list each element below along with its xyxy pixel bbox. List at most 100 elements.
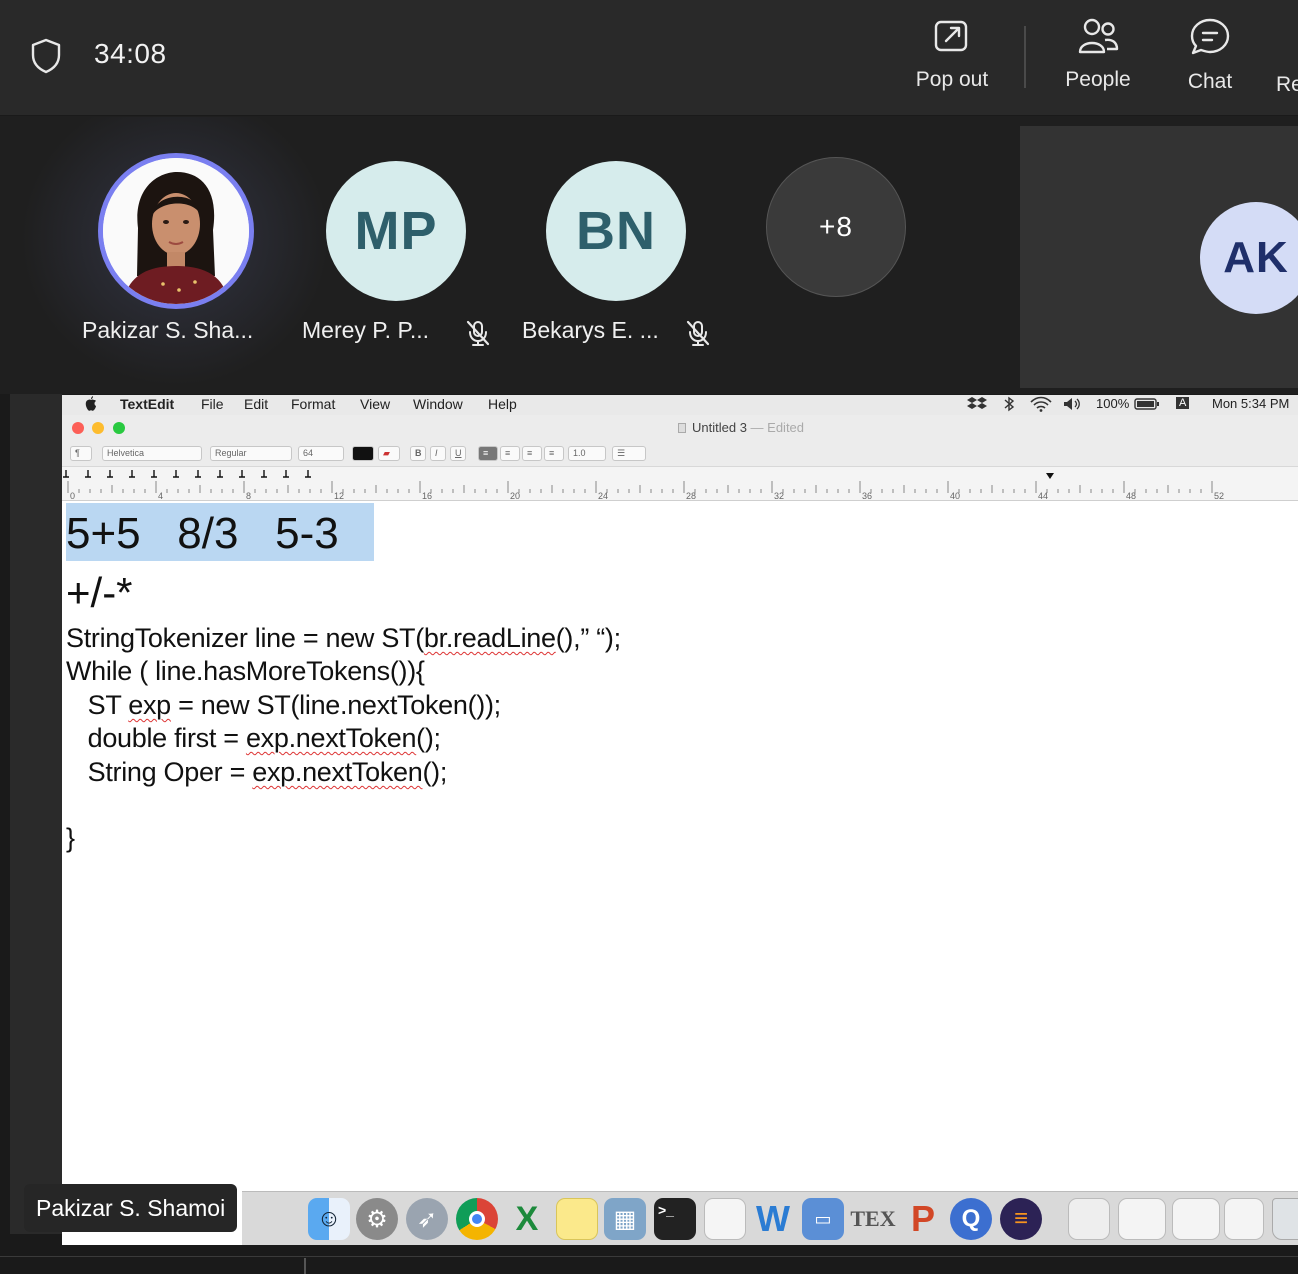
menu-view[interactable]: View (360, 396, 390, 412)
code-line[interactable]: While ( line.hasMoreTokens()){ (66, 656, 425, 687)
menu-file[interactable]: File (201, 396, 224, 412)
excel-icon[interactable]: X (506, 1198, 548, 1240)
close-window-button[interactable] (72, 422, 84, 434)
toolbar-divider (1024, 26, 1026, 88)
text-color-swatch[interactable] (352, 446, 374, 461)
pop-out-button[interactable]: Pop out (892, 16, 1012, 104)
ruler-label: 36 (862, 491, 872, 501)
screenshot-icon[interactable] (1224, 1198, 1264, 1240)
input-source-badge[interactable]: A (1176, 397, 1190, 409)
trash-icon[interactable] (1272, 1198, 1298, 1240)
notes-icon[interactable] (556, 1198, 598, 1240)
people-button[interactable]: People (1038, 16, 1158, 104)
terminal-icon[interactable]: >_ (654, 1198, 696, 1240)
align-right-button[interactable]: ≡ (522, 446, 542, 461)
font-size-dropdown[interactable]: 64 (298, 446, 344, 461)
tab-stop-marker[interactable] (63, 470, 69, 478)
ruler[interactable]: 0 4 8 12 16 20 24 28 32 36 40 44 48 52 (62, 467, 1298, 501)
tab-stop-marker[interactable] (151, 470, 157, 478)
tab-stop-marker[interactable] (239, 470, 245, 478)
document-edited-status: — Edited (750, 420, 805, 435)
zoom-window-button[interactable] (113, 422, 125, 434)
participant-tile[interactable]: Pakizar S. Sha... (76, 153, 276, 393)
list-style-dropdown[interactable]: ☰ (612, 446, 646, 461)
menubar-clock[interactable]: Mon 5:34 PM (1212, 396, 1289, 411)
mic-off-icon (466, 320, 490, 346)
font-family-dropdown[interactable]: Helvetica (102, 446, 202, 461)
code-line[interactable]: String Oper = exp.nextToken(); (66, 757, 448, 788)
tab-stop-marker[interactable] (195, 470, 201, 478)
menu-format[interactable]: Format (291, 396, 335, 412)
textedit-titlebar: Untitled 3 — Edited (62, 415, 1298, 441)
participant-avatar: AK (1200, 202, 1298, 314)
apple-icon[interactable] (84, 396, 98, 415)
more-participants-tile[interactable]: +8 (736, 149, 936, 389)
line-spacing-dropdown[interactable]: 1.0 (568, 446, 606, 461)
tab-stop-marker[interactable] (305, 470, 311, 478)
finder-icon[interactable]: ☺ (308, 1198, 350, 1240)
underline-button[interactable]: U (450, 446, 466, 461)
tab-stop-marker[interactable] (107, 470, 113, 478)
code-line[interactable]: StringTokenizer line = new ST(br.readLin… (66, 623, 621, 654)
tab-stop-marker[interactable] (129, 470, 135, 478)
shield-icon[interactable] (30, 38, 62, 74)
menu-edit[interactable]: Edit (244, 396, 268, 412)
participant-tile[interactable]: MP Merey P. P... (296, 153, 496, 393)
code-line[interactable]: double first = exp.nextToken(); (66, 723, 441, 754)
code-line[interactable]: ST exp = new ST(line.nextToken()); (66, 690, 502, 721)
screenshot-icon[interactable] (1118, 1198, 1166, 1240)
minimize-window-button[interactable] (92, 422, 104, 434)
align-justify-button[interactable]: ≡ (544, 446, 564, 461)
documents-icon[interactable] (1068, 1198, 1110, 1240)
bluetooth-icon[interactable] (1003, 396, 1015, 415)
doc-line-operators[interactable]: +/-* (66, 569, 133, 617)
tab-stop-marker[interactable] (85, 470, 91, 478)
ruler-label: 16 (422, 491, 432, 501)
people-icon (1078, 18, 1119, 54)
participant-video-tile[interactable]: AK (1020, 126, 1298, 388)
italic-button[interactable]: I (430, 446, 446, 461)
word-icon[interactable]: W (752, 1198, 794, 1240)
bold-button[interactable]: B (410, 446, 426, 461)
textedit-icon[interactable] (704, 1198, 746, 1240)
system-preferences-icon[interactable]: ⚙ (356, 1198, 398, 1240)
align-left-button[interactable]: ≡ (478, 446, 498, 461)
align-center-button[interactable]: ≡ (500, 446, 520, 461)
eclipse-icon[interactable]: ≡ (1000, 1198, 1042, 1240)
ruler-label: 52 (1214, 491, 1224, 501)
preview-icon[interactable]: ▦ (604, 1198, 646, 1240)
tab-stop-marker[interactable] (261, 470, 267, 478)
right-margin-marker[interactable] (1046, 473, 1054, 479)
keynote-icon[interactable]: ▭ (802, 1198, 844, 1240)
launchpad-icon[interactable]: ➶ (406, 1198, 448, 1240)
doc-line-expressions[interactable]: 5+5 8/3 5-3 (66, 509, 339, 559)
powerpoint-icon[interactable]: P (902, 1198, 944, 1240)
paragraph-style-dropdown[interactable]: ¶ (70, 446, 92, 461)
participant-photo-avatar (98, 153, 254, 309)
tex-icon[interactable]: TEX (850, 1198, 895, 1240)
menu-window[interactable]: Window (413, 396, 463, 412)
code-line[interactable]: } (66, 823, 75, 854)
highlight-color-button[interactable]: ▰ (378, 446, 400, 461)
tab-stop-marker[interactable] (283, 470, 289, 478)
menu-app-name[interactable]: TextEdit (120, 396, 174, 412)
menu-help[interactable]: Help (488, 396, 517, 412)
mac-menubar: TextEdit File Edit Format View Window He… (62, 395, 1298, 415)
font-style-dropdown[interactable]: Regular (210, 446, 292, 461)
more-toolbar-label-cut[interactable]: Re (1276, 73, 1298, 97)
volume-icon[interactable] (1062, 396, 1082, 415)
wifi-icon[interactable] (1030, 396, 1052, 415)
ruler-label: 40 (950, 491, 960, 501)
dropbox-icon[interactable] (967, 396, 987, 415)
ruler-label: 48 (1126, 491, 1136, 501)
chat-button[interactable]: Chat (1150, 16, 1270, 104)
tab-stop-marker[interactable] (173, 470, 179, 478)
battery-icon[interactable] (1134, 396, 1160, 415)
participant-tile[interactable]: BN Bekarys E. ... (516, 153, 716, 393)
tab-stop-marker[interactable] (217, 470, 223, 478)
ruler-label: 28 (686, 491, 696, 501)
screenshot-icon[interactable] (1172, 1198, 1220, 1240)
chrome-icon[interactable] (456, 1198, 498, 1240)
quicktime-icon[interactable]: Q (950, 1198, 992, 1240)
ruler-label: 44 (1038, 491, 1048, 501)
